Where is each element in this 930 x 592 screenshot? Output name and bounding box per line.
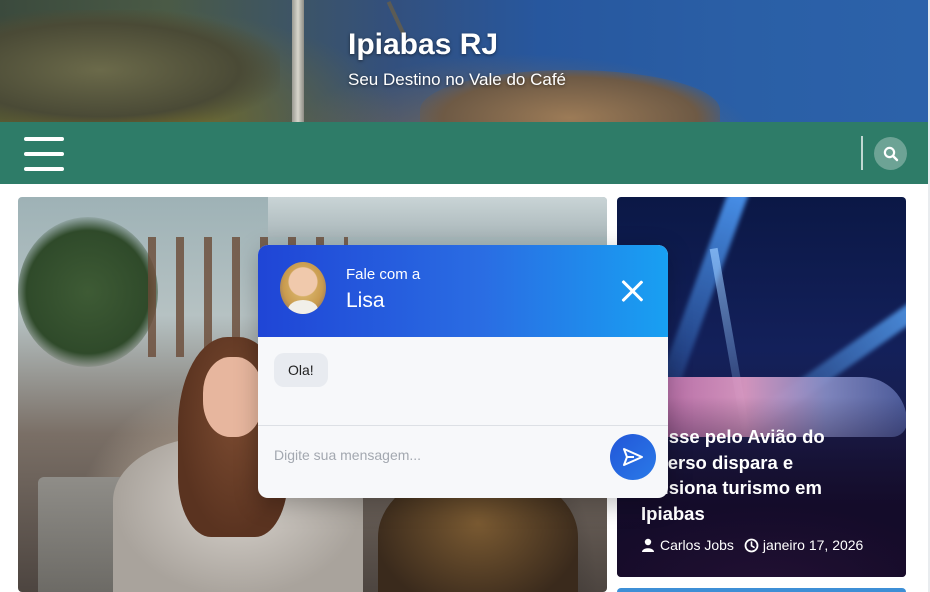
close-icon[interactable] [620,279,644,303]
hamburger-line [24,137,64,141]
banner-tree-trunk [292,0,304,122]
chat-message-input[interactable] [274,441,594,469]
banner-rock [0,10,280,122]
title-line: taverso dispara e [641,451,794,473]
site-header-banner: Ipiabas RJ Seu Destino no Vale do Café [0,0,930,122]
main-navbar [0,122,930,184]
chat-agent-name: Lisa [346,289,385,312]
hero-tree [18,217,158,367]
hero-roof [268,197,607,237]
title-line: eresse pelo Avião do [641,426,825,447]
search-icon [883,146,899,162]
avatar [280,262,326,314]
chat-header: Fale com a Lisa [258,245,668,337]
hamburger-line [24,167,64,171]
side-article-title[interactable]: eresse pelo Avião do taverso dispara e p… [641,424,891,526]
clock-icon [744,538,759,553]
user-icon [641,538,655,552]
article-date: janeiro 17, 2026 [762,537,864,553]
chat-message-bubble: Ola! [274,353,328,387]
search-button[interactable] [874,137,907,170]
title-line: pulsiona turismo em [641,477,822,498]
next-card-edge [617,588,906,592]
site-title[interactable]: Ipiabas RJ [348,28,498,62]
send-icon [623,448,643,466]
site-tagline: Seu Destino no Vale do Café [348,70,566,89]
title-line: Ipiabas [641,502,705,524]
chat-subtitle: Fale com a [346,266,421,283]
send-button[interactable] [610,434,656,480]
hamburger-menu-icon[interactable] [24,137,64,171]
nav-divider [861,136,863,170]
article-author[interactable]: Carlos Jobs [660,537,734,553]
hero-woman-face [203,357,263,437]
chat-divider [258,425,668,426]
hamburger-line [24,152,64,156]
article-meta: Carlos Jobs janeiro 17, 2026 [641,537,863,553]
chat-widget: Fale com a Lisa Ola! [258,245,668,498]
